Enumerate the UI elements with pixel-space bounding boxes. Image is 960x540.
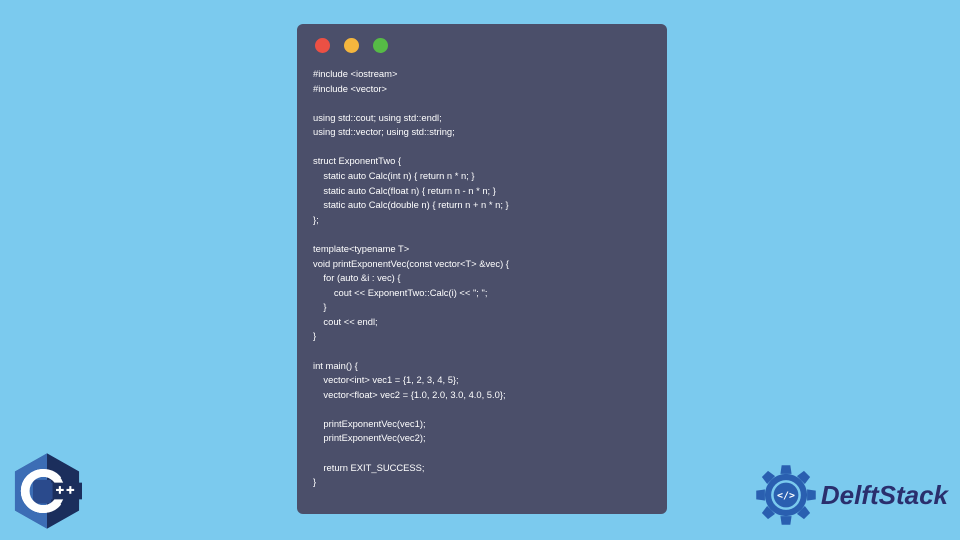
delftstack-logo: </> DelftStack (755, 464, 948, 526)
minimize-icon (344, 38, 359, 53)
svg-text:</>: </> (777, 491, 795, 502)
code-content: #include <iostream> #include <vector> us… (313, 67, 651, 490)
cpp-logo-icon (12, 452, 82, 530)
zoom-icon (373, 38, 388, 53)
delftstack-gear-icon: </> (755, 464, 817, 526)
delftstack-label: DelftStack (821, 480, 948, 511)
close-icon (315, 38, 330, 53)
window-controls (315, 38, 651, 53)
code-window: #include <iostream> #include <vector> us… (297, 24, 667, 514)
